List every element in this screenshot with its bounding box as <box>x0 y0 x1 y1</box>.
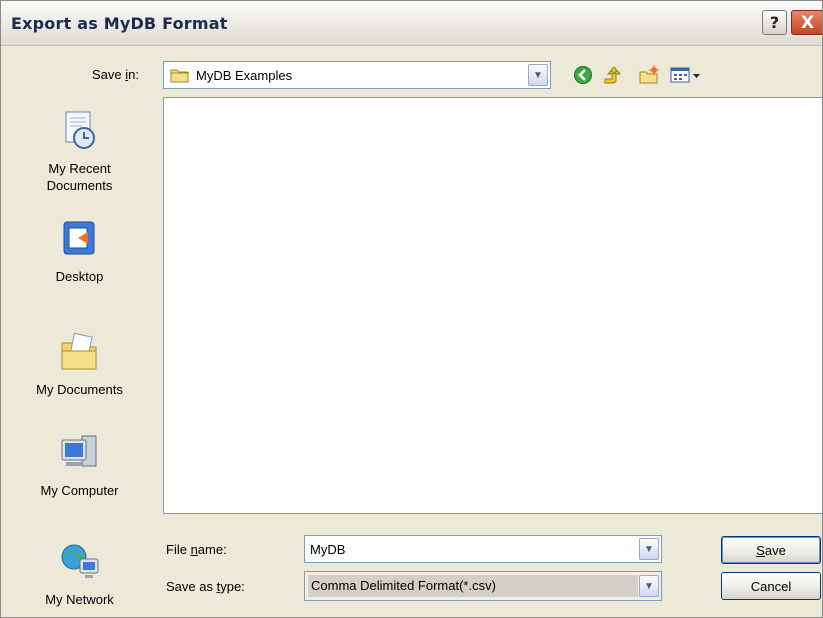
export-dialog: Export as MyDB Format ? X Save in: MyDB … <box>0 0 823 618</box>
my-network-icon <box>12 541 147 587</box>
place-my-network[interactable]: My Network <box>12 541 147 608</box>
my-documents-icon <box>12 331 147 377</box>
folder-icon <box>170 67 190 86</box>
save-in-dropdown-button[interactable]: ▼ <box>528 64 548 86</box>
file-name-dropdown-button[interactable]: ▼ <box>639 538 659 560</box>
file-name-input[interactable]: MyDB ▼ <box>304 535 662 563</box>
close-button[interactable]: X <box>791 10 822 35</box>
desktop-icon <box>12 218 147 264</box>
place-my-recent-documents[interactable]: My Recent Documents <box>12 110 147 194</box>
save-in-value: MyDB Examples <box>196 68 293 83</box>
back-icon[interactable] <box>571 63 595 87</box>
save-as-type-dropdown[interactable]: Comma Delimited Format(*.csv) ▼ <box>304 571 662 601</box>
save-as-type-label: Save as type: <box>166 579 245 594</box>
place-my-computer[interactable]: My Computer <box>12 432 147 499</box>
places-bar: My Recent Documents Desktop My Documents … <box>12 98 147 608</box>
cancel-button[interactable]: Cancel <box>721 572 821 600</box>
new-folder-icon[interactable] <box>637 63 661 87</box>
file-list-view[interactable] <box>163 97 822 514</box>
save-in-dropdown[interactable]: MyDB Examples ▼ <box>163 61 551 89</box>
up-one-level-icon[interactable] <box>601 63 625 87</box>
place-desktop[interactable]: Desktop <box>12 218 147 285</box>
save-as-type-value: Comma Delimited Format(*.csv) <box>308 575 638 597</box>
file-name-label: File name: <box>166 542 227 557</box>
file-name-value: MyDB <box>310 542 346 557</box>
view-menu-icon[interactable] <box>669 63 705 87</box>
recent-documents-icon <box>12 110 147 156</box>
save-as-type-dropdown-button[interactable]: ▼ <box>639 575 659 597</box>
save-button[interactable]: Save <box>721 536 821 564</box>
place-my-documents[interactable]: My Documents <box>12 331 147 398</box>
save-in-label: Save in: <box>92 67 139 82</box>
dialog-title: Export as MyDB Format <box>11 14 228 33</box>
my-computer-icon <box>12 432 147 478</box>
help-button[interactable]: ? <box>762 10 787 35</box>
title-bar[interactable]: Export as MyDB Format ? X <box>1 1 822 46</box>
